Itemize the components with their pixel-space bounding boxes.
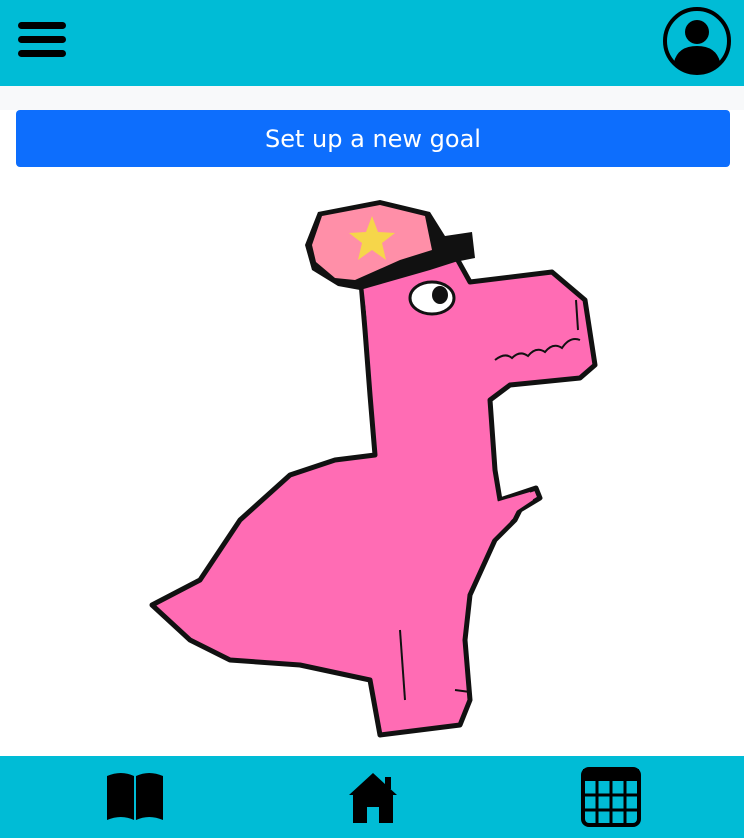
home-icon[interactable] [340,764,406,830]
dinosaur-mascot-image [140,190,610,745]
user-profile-icon[interactable] [662,6,732,76]
set-up-new-goal-button[interactable]: Set up a new goal [16,110,730,167]
bottom-navigation [0,756,744,838]
calendar-grid-icon[interactable] [578,764,644,830]
sub-header-strip [0,86,744,110]
top-app-bar [0,0,744,86]
book-icon[interactable] [102,764,168,830]
menu-icon[interactable] [18,22,68,60]
